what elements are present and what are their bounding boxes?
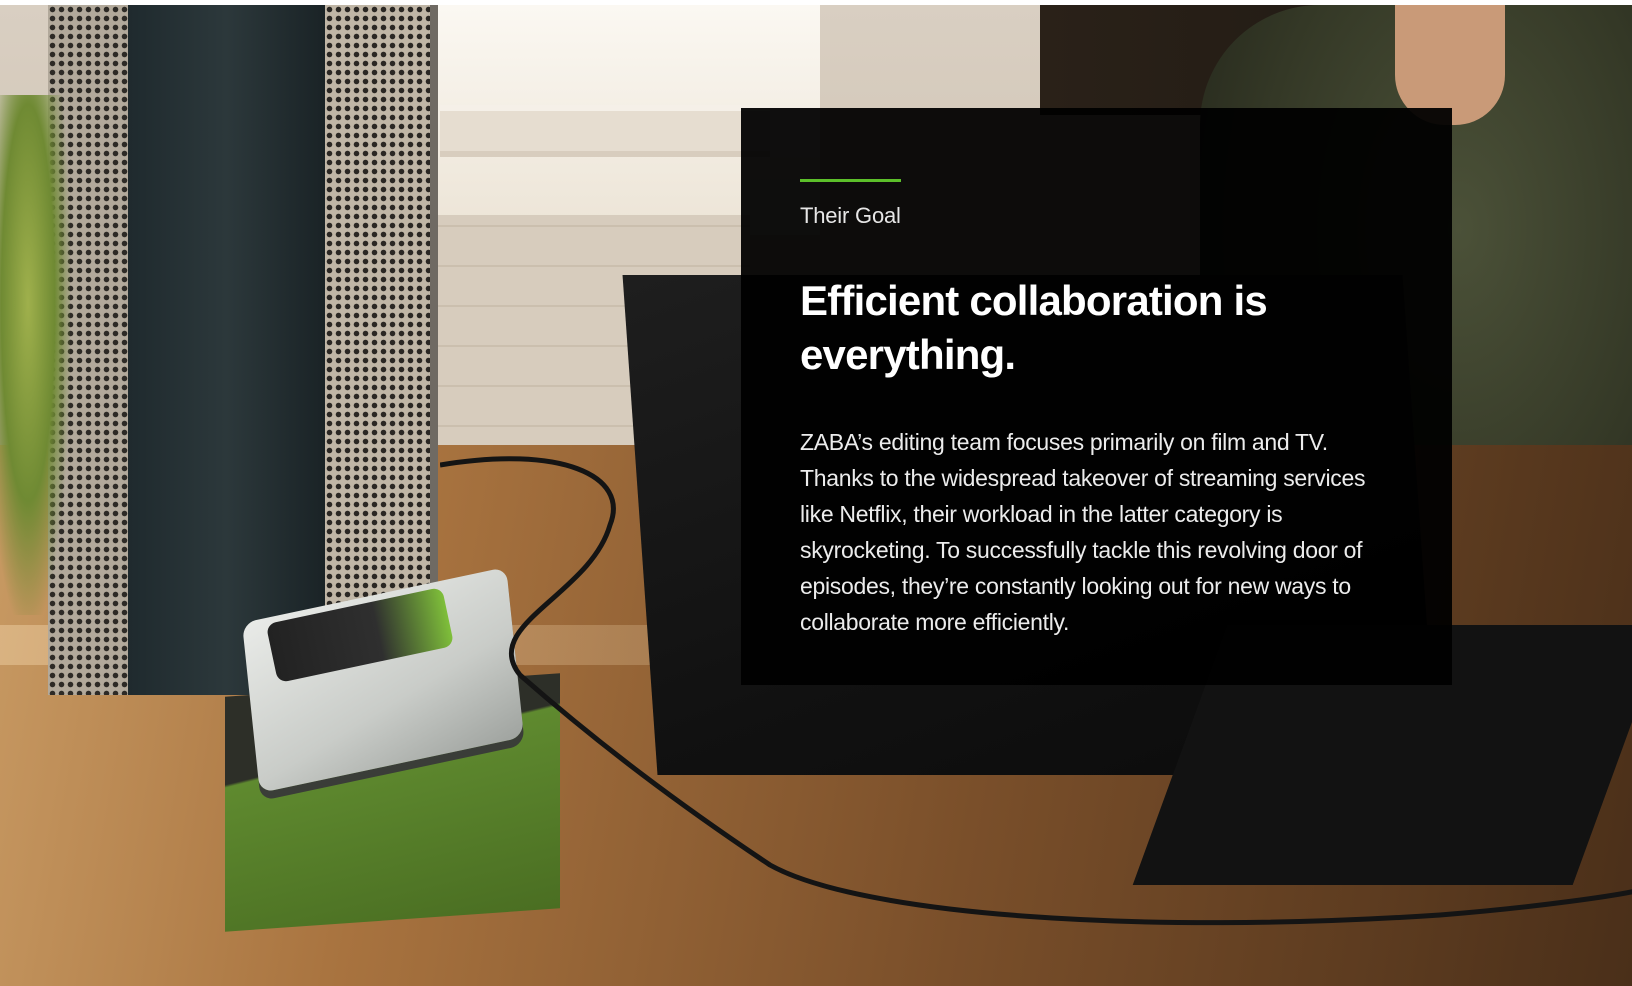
goal-card: Their Goal Efficient collaboration is ev… <box>741 108 1452 685</box>
tower-front-panel <box>128 5 325 695</box>
window-frame <box>440 105 770 157</box>
person-hand <box>1395 5 1505 125</box>
section-eyebrow: Their Goal <box>800 203 901 228</box>
section-body: ZABA’s editing team focuses primarily on… <box>800 429 1366 635</box>
page: Their Goal Efficient collaboration is ev… <box>0 0 1632 986</box>
house-plant <box>0 95 70 615</box>
section-heading: Efficient collaboration is everything. <box>800 277 1268 378</box>
accent-rule <box>800 179 901 182</box>
